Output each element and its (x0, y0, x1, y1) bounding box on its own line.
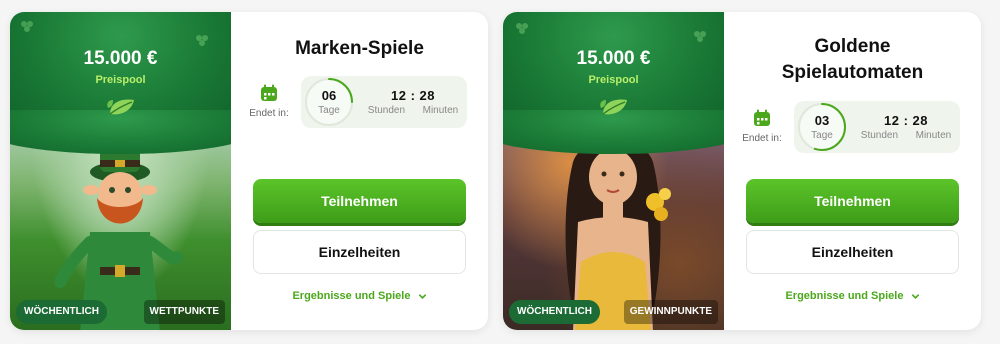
clover-decoration (694, 31, 706, 42)
prize-pool-label: Preispool (95, 74, 146, 86)
prize-pool-amount: 15.000 € (83, 48, 158, 69)
ends-in-label: Endet in: (742, 133, 782, 144)
hours-label: Stunden (367, 105, 406, 116)
details-button[interactable]: Einzelheiten (746, 230, 959, 274)
join-button[interactable]: Teilnehmen (746, 179, 959, 223)
chevron-down-icon[interactable] (911, 292, 920, 301)
hours-minutes-value: 12 : 28 (884, 113, 928, 128)
tournament-card-marken-spiele[interactable]: 15.000 € Preispool WÖCHENTLICH WETTPUNKT… (10, 12, 488, 330)
countdown-box: 06 Tage 12 : 28 Stunden Minuten (301, 76, 467, 128)
days-label: Tage (811, 130, 833, 141)
results-link-label[interactable]: Ergebnisse und Spiele (292, 290, 410, 302)
prize-pool-label: Preispool (588, 74, 639, 86)
ends-in-block: Endet in: (742, 109, 782, 144)
tournament-card-goldene-spielautomaten[interactable]: 15.000 € Preispool WÖCHENTLICH GEWINNPUN… (503, 12, 981, 330)
tournament-info: Goldene Spielautomaten Endet in: 03 Tage… (724, 12, 981, 330)
results-and-games-link[interactable]: Ergebnisse und Spiele (724, 290, 981, 302)
hours-minutes-labels: Stunden Minuten (359, 105, 467, 116)
title-line: Marken-Spiele (295, 38, 424, 59)
minutes-label: Minuten (915, 130, 952, 141)
join-button[interactable]: Teilnehmen (253, 179, 466, 223)
hours-label: Stunden (860, 130, 899, 141)
prize-pool-amount: 15.000 € (576, 48, 651, 69)
tournament-title: Marken-Spiele (231, 36, 488, 62)
hours-minutes-value: 12 : 28 (391, 88, 435, 103)
countdown-row: Endet in: 06 Tage 12 : 28 Stunden Minute… (231, 76, 488, 132)
days-value: 03 (814, 113, 830, 128)
points-type-badge: WETTPUNKTE (143, 300, 225, 324)
results-link-label[interactable]: Ergebnisse und Spiele (785, 290, 903, 302)
results-and-games-link[interactable]: Ergebnisse und Spiele (231, 290, 488, 302)
hours-minutes-labels: Stunden Minuten (852, 130, 960, 141)
leaf-icon (599, 99, 627, 115)
chevron-down-icon[interactable] (418, 292, 427, 301)
points-type-badge: GEWINNPUNKTE (623, 300, 718, 324)
ends-in-block: Endet in: (249, 84, 289, 119)
tournament-banner[interactable]: 15.000 € Preispool WÖCHENTLICH GEWINNPUN… (503, 12, 724, 330)
frequency-badge: WÖCHENTLICH (16, 300, 107, 324)
clover-decoration (21, 21, 33, 32)
days-value: 06 (321, 88, 337, 103)
ends-in-label: Endet in: (249, 108, 289, 119)
title-line: Spielautomaten (781, 62, 924, 83)
minutes-label: Minuten (422, 105, 459, 116)
title-line: Goldene (814, 36, 891, 57)
calendar-icon (261, 84, 277, 101)
clover-decoration (516, 23, 528, 34)
tournament-banner[interactable]: 15.000 € Preispool WÖCHENTLICH WETTPUNKT… (10, 12, 231, 330)
countdown-row: Endet in: 03 Tage 12 : 28 Stunden Minute… (724, 101, 981, 157)
tournament-title: Goldene Spielautomaten (724, 34, 981, 86)
details-button[interactable]: Einzelheiten (253, 230, 466, 274)
frequency-badge: WÖCHENTLICH (509, 300, 600, 324)
countdown-box: 03 Tage 12 : 28 Stunden Minuten (794, 101, 960, 153)
leaf-icon (106, 99, 134, 115)
tournament-info: Marken-Spiele Endet in: 06 Tage 12: 28 … (231, 12, 488, 330)
clover-decoration (196, 35, 208, 46)
calendar-icon (754, 109, 770, 126)
days-label: Tage (318, 105, 340, 116)
